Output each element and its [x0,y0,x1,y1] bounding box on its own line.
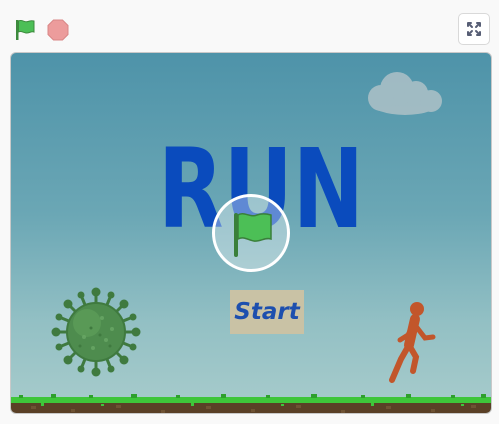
green-flag-icon [234,212,272,257]
start-button-label: Start [234,299,300,325]
stop-icon[interactable] [46,18,70,42]
start-button[interactable]: Start [230,290,304,334]
stage-controls-bar [0,0,499,56]
cloud [368,72,442,115]
fullscreen-button[interactable] [458,13,490,45]
grass-ground [11,394,491,413]
virus-sprite [51,287,141,377]
green-flag-icon[interactable] [12,17,38,43]
fullscreen-icon [467,22,481,36]
runner-sprite [389,302,436,383]
green-flag-overlay-button[interactable] [212,194,290,272]
game-stage[interactable]: RUN Start [10,52,492,414]
